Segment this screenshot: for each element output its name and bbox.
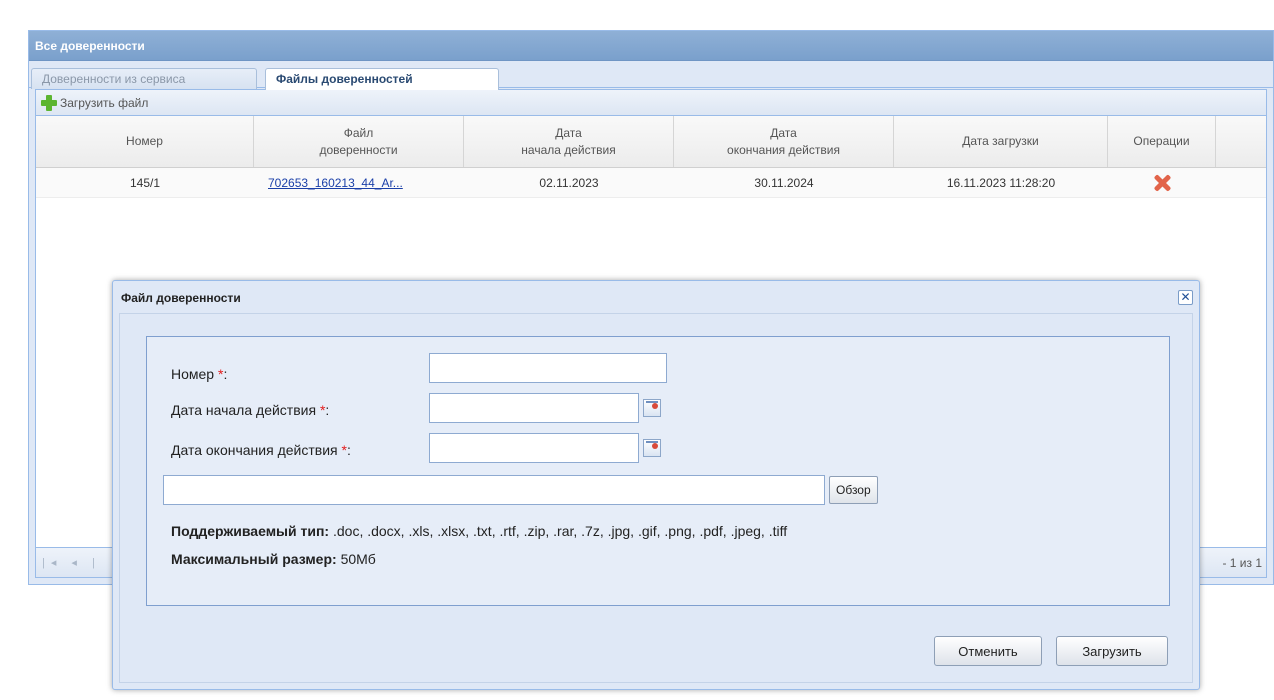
tab-power-files[interactable]: Файлы доверенностей bbox=[265, 68, 499, 90]
form-fieldset: Номер *: Дата начала действия *: Дата ок… bbox=[146, 336, 1170, 606]
power-file-dialog: Файл доверенности ✕ Номер *: Дата начала… bbox=[112, 280, 1200, 690]
max-size: Максимальный размер: 50Мб bbox=[171, 551, 376, 567]
number-input[interactable] bbox=[429, 353, 667, 383]
calendar-icon[interactable] bbox=[643, 399, 661, 417]
column-start-date[interactable]: Дата начала действия bbox=[464, 116, 674, 167]
calendar-icon[interactable] bbox=[643, 439, 661, 457]
upload-button[interactable]: Загрузить bbox=[1056, 636, 1168, 666]
add-icon bbox=[40, 94, 58, 112]
cell-end-date: 30.11.2024 bbox=[754, 175, 814, 190]
cell-upload-date: 16.11.2023 11:28:20 bbox=[946, 175, 1056, 190]
cancel-button[interactable]: Отменить bbox=[934, 636, 1042, 666]
number-row: Номер *: bbox=[171, 359, 227, 389]
file-path-input[interactable] bbox=[163, 475, 825, 505]
grid-header: Номер Файл доверенности Дата начала дейс… bbox=[36, 116, 1266, 168]
tab-bar: Доверенности из сервиса Файлы довереннос… bbox=[29, 62, 1273, 90]
tab-service-powers[interactable]: Доверенности из сервиса bbox=[31, 68, 257, 89]
dialog-body: Номер *: Дата начала действия *: Дата ок… bbox=[119, 313, 1193, 683]
column-operations[interactable]: Операции bbox=[1108, 116, 1216, 167]
end-date-row: Дата окончания действия *: bbox=[171, 435, 351, 465]
column-number[interactable]: Номер bbox=[36, 116, 254, 167]
close-icon[interactable]: ✕ bbox=[1178, 290, 1193, 305]
column-end-date[interactable]: Дата окончания действия bbox=[674, 116, 894, 167]
column-file[interactable]: Файл доверенности bbox=[254, 116, 464, 167]
grid-toolbar: Загрузить файл bbox=[36, 90, 1266, 116]
supported-types: Поддерживаемый тип: .doc, .docx, .xls, .… bbox=[171, 523, 788, 539]
start-date-label: Дата начала действия *: bbox=[171, 402, 330, 418]
end-date-input[interactable] bbox=[429, 433, 639, 463]
number-label: Номер *: bbox=[171, 366, 228, 382]
table-row[interactable]: 145/1 702653_160213_44_Ar... 02.11.2023 … bbox=[36, 168, 1266, 198]
panel-title: Все доверенности bbox=[29, 31, 1273, 61]
dialog-title: Файл доверенности bbox=[121, 291, 241, 305]
pager-info: - 1 из 1 bbox=[1222, 556, 1262, 570]
cell-start-date: 02.11.2023 bbox=[539, 175, 599, 190]
pager-first-icon[interactable]: |◂ ◂ | bbox=[42, 556, 101, 569]
cell-file-link[interactable]: 702653_160213_44_Ar... bbox=[254, 168, 464, 197]
start-date-row: Дата начала действия *: bbox=[171, 395, 329, 425]
column-spacer bbox=[1216, 116, 1246, 167]
upload-file-label: Загрузить файл bbox=[60, 95, 149, 110]
browse-button[interactable]: Обзор bbox=[829, 476, 878, 504]
upload-file-button[interactable]: Загрузить файл bbox=[40, 94, 148, 112]
column-upload-date[interactable]: Дата загрузки bbox=[894, 116, 1108, 167]
start-date-input[interactable] bbox=[429, 393, 639, 423]
cell-operations bbox=[1108, 168, 1216, 197]
cell-number: 145/1 bbox=[129, 175, 161, 190]
end-date-label: Дата окончания действия *: bbox=[171, 442, 351, 458]
delete-icon[interactable] bbox=[1152, 173, 1172, 193]
